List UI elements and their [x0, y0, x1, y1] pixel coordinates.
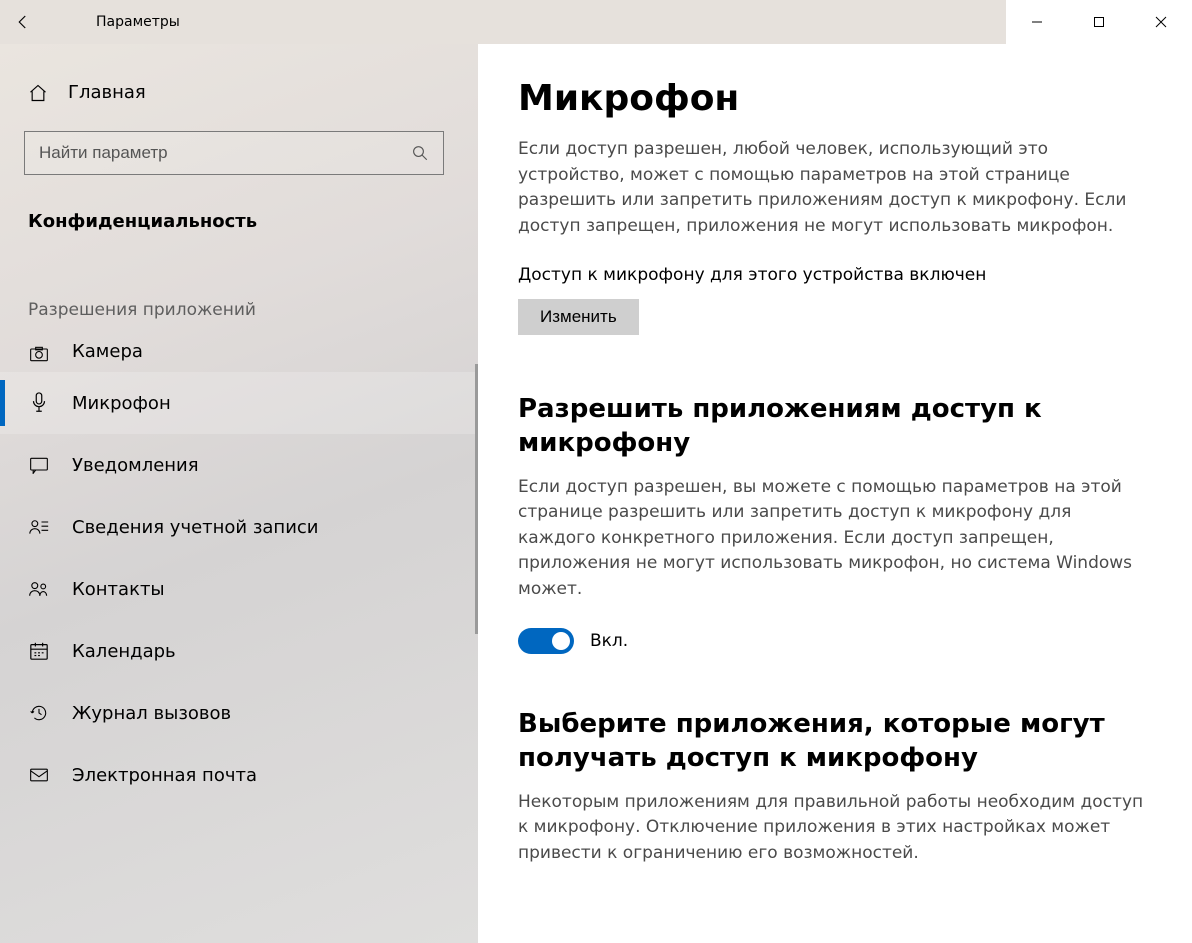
account-icon: [28, 518, 50, 536]
sidebar-group-title: Разрешения приложений: [0, 238, 478, 326]
toggle-state-label: Вкл.: [590, 631, 628, 651]
sidebar-item-camera[interactable]: Камера: [0, 326, 478, 372]
change-button[interactable]: Изменить: [518, 299, 639, 335]
sidebar-item-label: Микрофон: [72, 393, 171, 414]
sidebar-item-calendar[interactable]: Календарь: [0, 620, 478, 682]
back-button[interactable]: [0, 0, 46, 44]
allow-apps-toggle[interactable]: [518, 628, 574, 654]
sidebar-item-notifications[interactable]: Уведомления: [0, 434, 478, 496]
titlebar: Параметры: [0, 0, 1192, 44]
home-icon: [28, 83, 48, 103]
window-title: Параметры: [46, 14, 180, 30]
sidebar-item-account[interactable]: Сведения учетной записи: [0, 496, 478, 558]
window-controls: [1006, 0, 1192, 44]
search-input[interactable]: [39, 143, 411, 163]
microphone-icon: [28, 392, 50, 414]
sidebar-item-label: Уведомления: [72, 455, 199, 476]
sidebar-scrollbar-thumb[interactable]: [475, 364, 478, 634]
contacts-icon: [28, 580, 50, 598]
camera-icon: [28, 346, 50, 362]
sidebar-scrollbar[interactable]: [474, 104, 478, 943]
sidebar-item-contacts[interactable]: Контакты: [0, 558, 478, 620]
minimize-button[interactable]: [1006, 0, 1068, 44]
sidebar: Главная Конфиденциальность Разрешения пр…: [0, 44, 478, 943]
sidebar-item-label: Журнал вызовов: [72, 703, 231, 724]
email-icon: [28, 767, 50, 783]
section-heading-choose-apps: Выберите приложения, которые могут получ…: [518, 708, 1146, 776]
sidebar-item-microphone[interactable]: Микрофон: [0, 372, 478, 434]
page-title: Микрофон: [518, 78, 1146, 119]
sidebar-item-label: Сведения учетной записи: [72, 517, 319, 538]
search-icon: [411, 144, 429, 162]
section-heading-allow-apps: Разрешить приложениям доступ к микрофону: [518, 393, 1146, 461]
sidebar-item-home[interactable]: Главная: [0, 68, 478, 117]
sidebar-item-email[interactable]: Электронная почта: [0, 744, 478, 806]
search-box[interactable]: [24, 131, 444, 175]
sidebar-item-label: Главная: [68, 82, 146, 103]
device-access-status: Доступ к микрофону для этого устройства …: [518, 265, 1146, 285]
sidebar-item-label: Камера: [72, 341, 143, 362]
description-text: Если доступ разрешен, вы можете с помощь…: [518, 475, 1146, 603]
sidebar-item-label: Контакты: [72, 579, 165, 600]
sidebar-item-label: Календарь: [72, 641, 176, 662]
toggle-knob: [552, 632, 570, 650]
maximize-button[interactable]: [1068, 0, 1130, 44]
description-text: Если доступ разрешен, любой человек, исп…: [518, 137, 1146, 239]
notifications-icon: [28, 456, 50, 474]
sidebar-item-call-log[interactable]: Журнал вызовов: [0, 682, 478, 744]
calendar-icon: [28, 641, 50, 661]
content-area: Микрофон Если доступ разрешен, любой чел…: [478, 44, 1192, 943]
history-icon: [28, 703, 50, 723]
sidebar-section-title: Конфиденциальность: [0, 189, 478, 238]
sidebar-item-label: Электронная почта: [72, 765, 257, 786]
description-text: Некоторым приложениям для правильной раб…: [518, 790, 1146, 867]
close-button[interactable]: [1130, 0, 1192, 44]
